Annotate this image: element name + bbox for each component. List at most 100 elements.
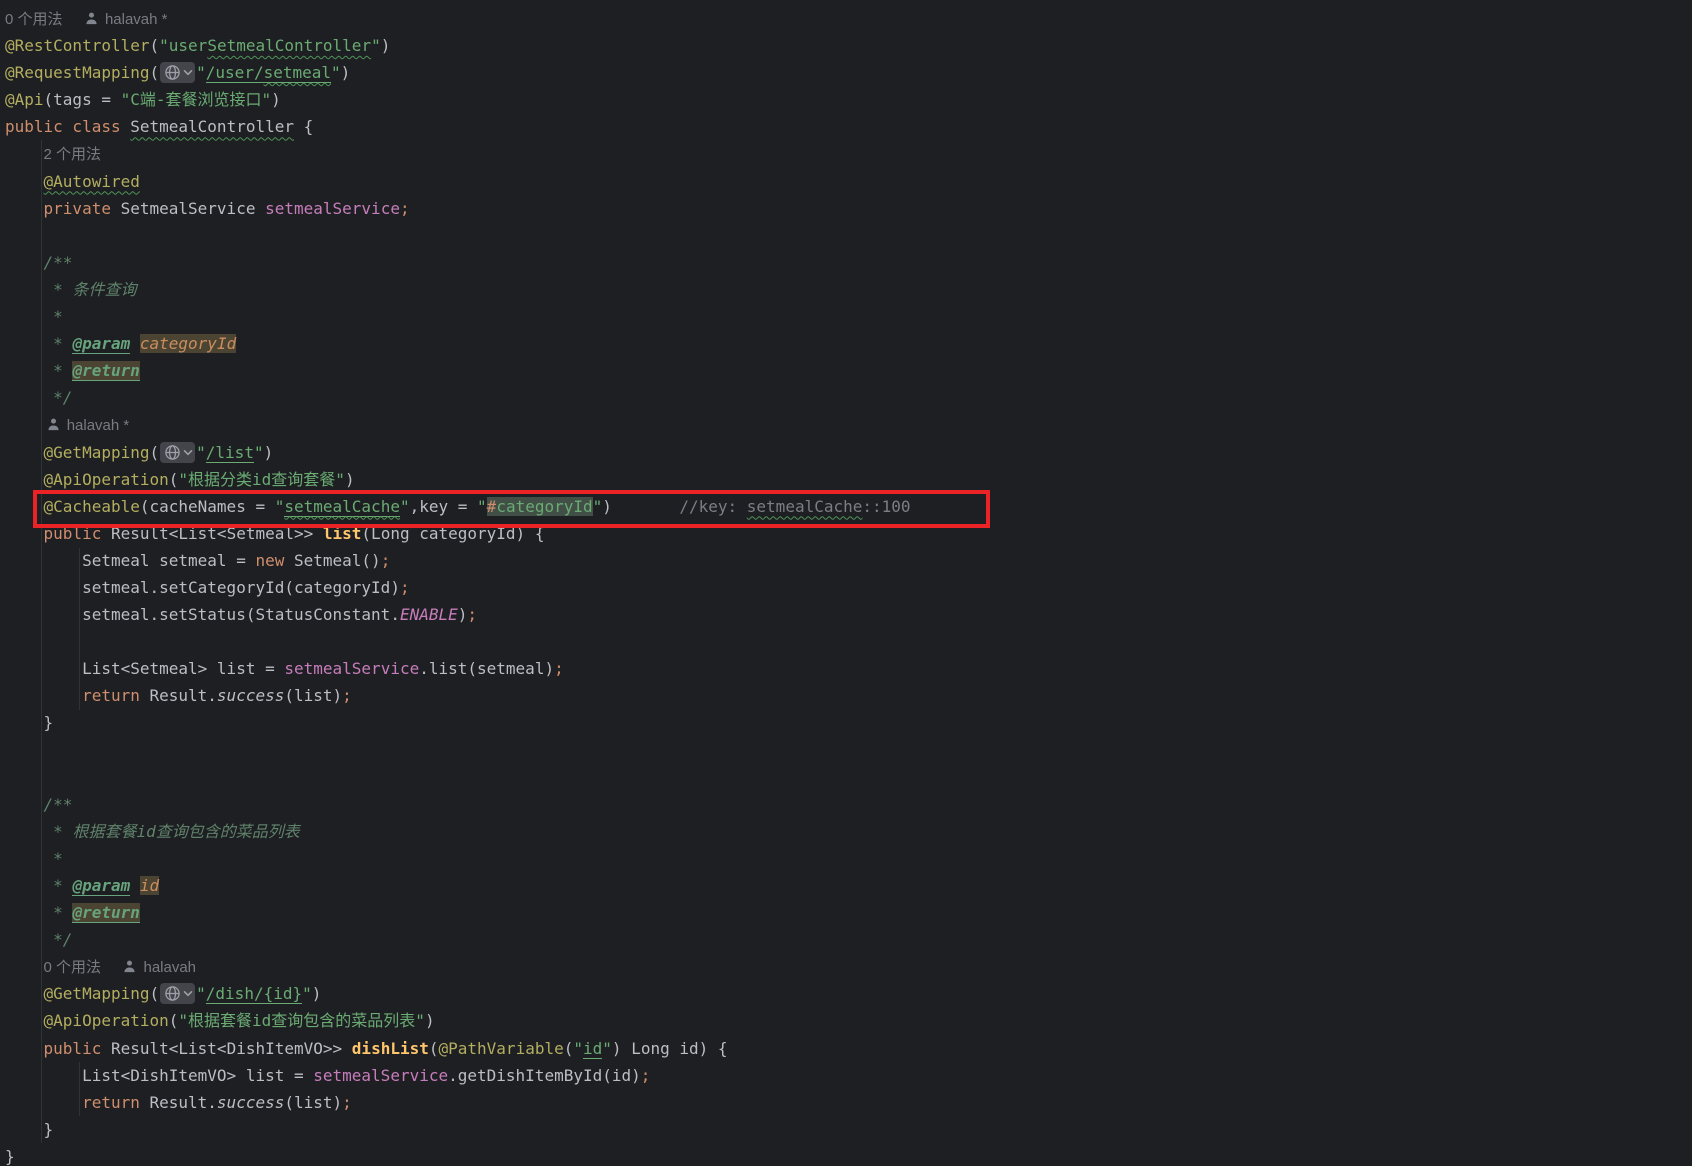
inlay-hint[interactable]: halavah * bbox=[101, 11, 168, 28]
globe-mapping-icon[interactable] bbox=[160, 442, 195, 463]
code-token: setmeal bbox=[264, 63, 331, 83]
code-token bbox=[130, 334, 140, 353]
code-line-cacheable-highlighted: @Cacheable(cacheNames = "setmealCache",k… bbox=[5, 493, 1692, 520]
code-token: ; bbox=[467, 605, 477, 624]
code-line: public Result<List<Setmeal>> list(Long c… bbox=[5, 520, 1692, 547]
code-token: /list bbox=[206, 443, 254, 463]
code-token: success bbox=[217, 1093, 284, 1112]
code-token: ENABLE bbox=[400, 605, 458, 624]
inlay-hint[interactable]: 0 个用法 bbox=[44, 959, 102, 976]
code-token: # bbox=[487, 497, 497, 516]
code-token: * bbox=[53, 876, 72, 895]
code-token bbox=[101, 957, 120, 976]
code-token: @param bbox=[72, 334, 130, 354]
code-token: public bbox=[44, 524, 111, 543]
code-line: @GetMapping( "/list") bbox=[5, 439, 1692, 466]
code-line: /** bbox=[5, 249, 1692, 276]
code-token bbox=[5, 253, 44, 272]
code-token bbox=[5, 686, 82, 705]
indent-guide bbox=[41, 140, 42, 1143]
code-token: ) bbox=[271, 90, 281, 109]
code-line: * bbox=[5, 845, 1692, 872]
code-line: halavah * bbox=[5, 411, 1692, 438]
code-line bbox=[5, 764, 1692, 791]
code-token: @GetMapping bbox=[44, 984, 150, 1003]
code-token: " bbox=[477, 497, 487, 516]
code-token: @param bbox=[72, 876, 130, 896]
code-token bbox=[5, 903, 53, 922]
code-line: * 条件查询 bbox=[5, 276, 1692, 303]
code-token: " bbox=[573, 1039, 583, 1058]
code-token: Result<List<Setmeal>> bbox=[111, 524, 323, 543]
code-line: /** bbox=[5, 791, 1692, 818]
inlay-hint[interactable]: 2 个用法 bbox=[44, 146, 102, 163]
code-token: */ bbox=[53, 388, 72, 407]
code-token bbox=[5, 470, 44, 489]
code-token: (list) bbox=[284, 1093, 342, 1112]
code-token bbox=[5, 144, 44, 163]
code-line: @GetMapping( "/dish/{id}") bbox=[5, 980, 1692, 1007]
code-token bbox=[130, 876, 140, 895]
code-token bbox=[5, 984, 44, 1003]
code-editor[interactable]: 0 个用法 halavah *@RestController("userSetm… bbox=[0, 0, 1692, 1166]
code-token: ; bbox=[641, 1066, 651, 1085]
code-token: "根据分类id查询套餐" bbox=[178, 470, 345, 489]
code-token: "user bbox=[159, 36, 207, 55]
code-token bbox=[5, 1011, 44, 1030]
code-token: Result. bbox=[140, 1093, 217, 1112]
code-token: (Long categoryId) { bbox=[361, 524, 544, 543]
code-token: ) bbox=[425, 1011, 435, 1030]
code-token: " bbox=[196, 984, 206, 1003]
code-token: return bbox=[82, 1093, 140, 1112]
code-token: "根据套餐id查询包含的菜品列表" bbox=[178, 1011, 425, 1030]
code-token: ( bbox=[169, 1011, 179, 1030]
code-line: @ApiOperation("根据套餐id查询包含的菜品列表") bbox=[5, 1007, 1692, 1034]
code-token: ( bbox=[150, 36, 160, 55]
code-token bbox=[5, 1093, 82, 1112]
code-line: Setmeal setmeal = new Setmeal(); bbox=[5, 547, 1692, 574]
code-token bbox=[5, 497, 44, 516]
code-token: @Cacheable bbox=[44, 497, 140, 516]
code-token: Setmeal setmeal = bbox=[5, 551, 255, 570]
code-token: ) bbox=[341, 63, 351, 82]
code-token: * 根据套餐id查询包含的菜品列表 bbox=[53, 822, 300, 841]
code-token: List<DishItemVO> list = bbox=[5, 1066, 313, 1085]
code-line: return Result.success(list); bbox=[5, 1089, 1692, 1116]
code-line: setmeal.setCategoryId(categoryId); bbox=[5, 574, 1692, 601]
code-token: " bbox=[602, 1039, 612, 1058]
code-token: " bbox=[400, 497, 410, 516]
code-token: " bbox=[196, 63, 206, 82]
code-token bbox=[5, 172, 44, 191]
author-person-icon bbox=[46, 413, 61, 428]
code-token: list bbox=[323, 524, 362, 543]
inlay-hint[interactable]: 0 个用法 bbox=[5, 11, 63, 28]
code-token: * bbox=[53, 849, 63, 868]
code-line bbox=[5, 222, 1692, 249]
code-token: " bbox=[196, 443, 206, 462]
code-token: //key: bbox=[679, 497, 746, 516]
code-token: (tags = bbox=[44, 90, 121, 109]
code-line: return Result.success(list); bbox=[5, 682, 1692, 709]
code-token: SetmealController bbox=[130, 117, 294, 136]
code-line: 0 个用法 halavah * bbox=[5, 5, 1692, 32]
globe-mapping-icon[interactable] bbox=[160, 983, 195, 1004]
code-token: * bbox=[53, 334, 72, 353]
author-person-icon bbox=[84, 7, 99, 22]
code-token bbox=[5, 199, 44, 218]
code-token bbox=[5, 415, 44, 434]
globe-mapping-icon[interactable] bbox=[160, 62, 195, 83]
code-token: Result. bbox=[140, 686, 217, 705]
code-token: ; bbox=[342, 1093, 352, 1112]
code-token: Setmeal() bbox=[284, 551, 380, 570]
code-token: public bbox=[44, 1039, 111, 1058]
code-token bbox=[5, 849, 53, 868]
code-line: 0 个用法 halavah bbox=[5, 953, 1692, 980]
code-token: (list) bbox=[284, 686, 342, 705]
code-line: * @return bbox=[5, 357, 1692, 384]
code-token: ) bbox=[345, 470, 355, 489]
code-token: setmeal.setStatus(StatusConstant. bbox=[5, 605, 400, 624]
inlay-hint[interactable]: halavah bbox=[139, 959, 196, 976]
code-token: * bbox=[53, 903, 72, 922]
code-token: ( bbox=[169, 470, 179, 489]
inlay-hint[interactable]: halavah * bbox=[63, 417, 130, 434]
